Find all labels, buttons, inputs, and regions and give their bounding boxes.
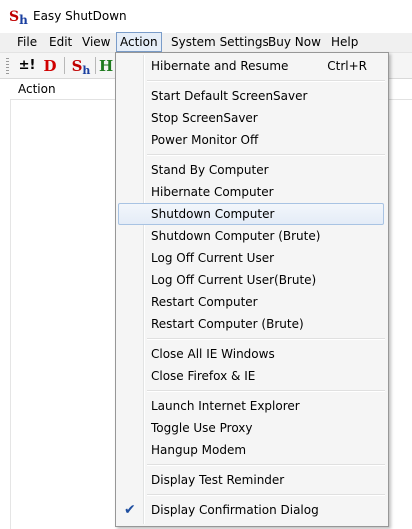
menu-item-label: Start Default ScreenSaver <box>151 89 308 103</box>
menu-help[interactable]: Help <box>328 33 361 52</box>
menu-action[interactable]: Action <box>116 32 162 52</box>
menu-item-launch-ie[interactable]: Launch Internet Explorer <box>118 395 384 417</box>
add-task-icon[interactable]: ±! <box>16 56 38 76</box>
menu-file[interactable]: File <box>14 33 40 52</box>
menu-bar: File Edit View Action System Settings Bu… <box>0 32 412 53</box>
menu-item-log-off[interactable]: Log Off Current User <box>118 247 384 269</box>
menu-item-label: Log Off Current User <box>151 251 275 265</box>
menu-separator <box>147 494 385 496</box>
menu-item-close-ie[interactable]: Close All IE Windows <box>118 343 384 365</box>
menu-item-label: Close Firefox & IE <box>151 369 256 383</box>
menu-item-label: Close All IE Windows <box>151 347 275 361</box>
window-title: Easy ShutDown <box>33 9 127 23</box>
menu-separator <box>147 154 385 156</box>
menu-item-label: Shutdown Computer (Brute) <box>151 229 321 243</box>
d-icon[interactable]: D <box>42 56 58 76</box>
menu-item-hibernate-computer[interactable]: Hibernate Computer <box>118 181 384 203</box>
menu-item-close-firefox-ie[interactable]: Close Firefox & IE <box>118 365 384 387</box>
h-icon[interactable]: H <box>99 56 113 76</box>
menu-item-label: Shutdown Computer <box>151 207 275 221</box>
toolbar-separator <box>95 57 96 74</box>
menu-separator <box>147 464 385 466</box>
menu-item-restart-computer[interactable]: Restart Computer <box>118 291 384 313</box>
sh-icon[interactable]: Sh <box>70 56 92 77</box>
menu-item-log-off-brute[interactable]: Log Off Current User(Brute) <box>118 269 384 291</box>
title-bar: Sh Easy ShutDown <box>0 0 412 33</box>
menu-separator <box>147 338 385 340</box>
toolbar-grip[interactable] <box>6 58 9 74</box>
menu-item-shutdown-computer[interactable]: Shutdown Computer <box>118 203 384 225</box>
menu-item-restart-brute[interactable]: Restart Computer (Brute) <box>118 313 384 335</box>
menu-item-toggle-proxy[interactable]: Toggle Use Proxy <box>118 417 384 439</box>
menu-buy-now[interactable]: Buy Now <box>265 33 324 52</box>
menu-separator <box>147 80 385 82</box>
app-logo-icon: Sh <box>9 9 28 27</box>
menu-view[interactable]: View <box>79 33 113 52</box>
menu-item-label: Hangup Modem <box>151 443 247 457</box>
menu-item-label: Launch Internet Explorer <box>151 399 300 413</box>
menu-item-label: Restart Computer (Brute) <box>151 317 304 331</box>
menu-item-label: Display Confirmation Dialog <box>151 503 319 517</box>
menu-item-label: Power Monitor Off <box>151 133 259 147</box>
menu-system-settings[interactable]: System Settings <box>168 33 272 52</box>
action-dropdown-menu: Hibernate and Resume Ctrl+R Start Defaul… <box>115 52 389 527</box>
menu-item-hibernate-resume[interactable]: Hibernate and Resume Ctrl+R <box>118 55 384 77</box>
menu-item-label: Hibernate Computer <box>151 185 274 199</box>
column-header-action[interactable]: Action <box>18 82 56 96</box>
menu-item-label: Toggle Use Proxy <box>151 421 253 435</box>
menu-item-stand-by[interactable]: Stand By Computer <box>118 159 384 181</box>
menu-item-display-test-reminder[interactable]: Display Test Reminder <box>118 469 384 491</box>
menu-item-power-monitor-off[interactable]: Power Monitor Off <box>118 129 384 151</box>
menu-item-label: Display Test Reminder <box>151 473 285 487</box>
menu-item-label: Stop ScreenSaver <box>151 111 258 125</box>
check-icon: ✔ <box>124 502 136 518</box>
menu-edit[interactable]: Edit <box>46 33 75 52</box>
menu-item-display-confirmation[interactable]: ✔ Display Confirmation Dialog <box>118 499 384 521</box>
menu-item-hangup-modem[interactable]: Hangup Modem <box>118 439 384 461</box>
toolbar-separator <box>64 57 65 74</box>
menu-separator <box>147 390 385 392</box>
menu-item-label: Restart Computer <box>151 295 258 309</box>
menu-item-start-screensaver[interactable]: Start Default ScreenSaver <box>118 85 384 107</box>
menu-item-label: Hibernate and Resume <box>151 59 289 73</box>
menu-item-label: Log Off Current User(Brute) <box>151 273 317 287</box>
menu-item-shortcut: Ctrl+R <box>327 59 367 73</box>
menu-item-shutdown-brute[interactable]: Shutdown Computer (Brute) <box>118 225 384 247</box>
menu-item-stop-screensaver[interactable]: Stop ScreenSaver <box>118 107 384 129</box>
menu-item-label: Stand By Computer <box>151 163 269 177</box>
